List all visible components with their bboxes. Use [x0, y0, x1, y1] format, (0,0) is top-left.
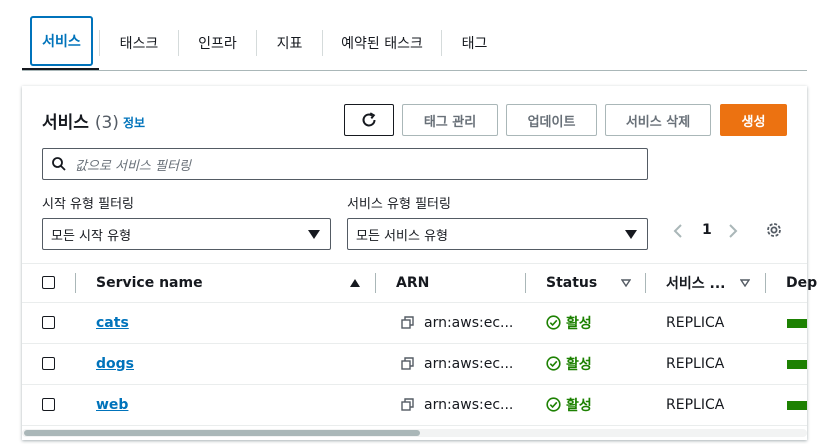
page-title: 서비스 (3) [42, 108, 119, 133]
row-checkbox[interactable] [42, 357, 55, 370]
tab-metrics[interactable]: 지표 [257, 16, 322, 70]
status-text: 활성 [566, 315, 592, 332]
arn-value: arn:aws:ec... [424, 355, 514, 372]
launch-type-filter-label: 시작 유형 필터링 [42, 197, 134, 212]
status-success-icon [546, 315, 561, 330]
search-placeholder: 값으로 서비스 필터링 [75, 158, 191, 174]
manage-tags-button[interactable]: 태그 관리 [402, 104, 498, 136]
service-name-link[interactable]: cats [96, 315, 129, 331]
arn-value: arn:aws:ec... [424, 396, 514, 413]
status-success-icon [546, 397, 561, 412]
search-input[interactable]: 값으로 서비스 필터링 [42, 148, 648, 180]
tab-infrastructure[interactable]: 인프라 [179, 16, 256, 70]
tab-scheduled-tasks[interactable]: 예약된 태스크 [323, 16, 441, 70]
row-checkbox[interactable] [42, 398, 55, 411]
copy-icon[interactable] [401, 316, 414, 329]
delete-service-button[interactable]: 서비스 삭제 [605, 104, 711, 136]
sort-ascending-icon[interactable] [350, 279, 360, 287]
status-success-icon [546, 356, 561, 371]
deployment-progress-bar [787, 319, 807, 328]
column-divider[interactable] [375, 273, 376, 293]
tab-infrastructure-label: 인프라 [198, 36, 237, 52]
table-header: Service name ARN Status 서비스 ... Dep [22, 263, 817, 303]
table-row: dogs arn:aws:ec... 활성 REPLICA [22, 343, 807, 385]
tab-bar: 서비스 태스크 인프라 지표 예약된 태스크 태그 [22, 14, 807, 72]
tab-tags[interactable]: 태그 [442, 16, 507, 70]
tab-metrics-label: 지표 [276, 36, 303, 52]
column-divider[interactable] [645, 273, 646, 293]
create-button[interactable]: 생성 [720, 104, 787, 136]
tab-tasks[interactable]: 태스크 [100, 16, 178, 70]
scrollbar-thumb[interactable] [24, 430, 420, 436]
tab-tags-label: 태그 [461, 36, 488, 52]
tab-services[interactable]: 서비스 [30, 16, 93, 66]
status-text: 활성 [566, 356, 592, 373]
sort-icon[interactable] [740, 279, 750, 287]
update-button[interactable]: 업데이트 [506, 104, 597, 136]
column-header-arn[interactable]: ARN [396, 264, 429, 302]
copy-icon[interactable] [401, 357, 414, 370]
column-header-service-name[interactable]: Service name [96, 264, 203, 302]
service-name-link[interactable]: dogs [96, 356, 134, 372]
panel-title-text: 서비스 [42, 113, 89, 133]
copy-icon[interactable] [401, 398, 414, 411]
row-checkbox[interactable] [42, 316, 55, 329]
service-type-filter-label: 서비스 유형 필터링 [347, 197, 451, 212]
service-type-value: REPLICA [666, 314, 725, 331]
caret-down-icon [308, 230, 320, 239]
column-divider[interactable] [525, 273, 526, 293]
service-type-value: REPLICA [666, 355, 725, 372]
column-header-status[interactable]: Status [546, 264, 597, 302]
launch-type-select[interactable]: 모든 시작 유형 [42, 218, 331, 250]
select-all-checkbox[interactable] [42, 276, 55, 289]
column-divider[interactable] [765, 273, 766, 293]
info-link[interactable]: 정보 [123, 114, 145, 131]
service-name-link[interactable]: web [96, 397, 128, 413]
services-panel: 서비스 (3) 정보 태그 관리 업데이트 서비스 삭제 생성 값으로 서비스 … [22, 86, 817, 440]
caret-down-icon [625, 230, 637, 239]
status-text: 활성 [566, 397, 592, 414]
service-type-select[interactable]: 모든 서비스 유형 [347, 218, 648, 250]
service-count: (3) [94, 113, 119, 133]
gear-icon[interactable] [765, 221, 783, 239]
launch-type-value: 모든 시작 유형 [51, 228, 132, 244]
table-row: cats arn:aws:ec... 활성 REPLICA [22, 302, 807, 344]
chevron-left-icon[interactable] [672, 223, 684, 239]
deployment-progress-bar [787, 360, 807, 369]
horizontal-scrollbar[interactable] [22, 429, 807, 437]
service-type-value: REPLICA [666, 396, 725, 413]
column-header-service-type[interactable]: 서비스 ... [666, 264, 725, 302]
tab-services-label: 서비스 [42, 34, 81, 50]
tab-bar-border [22, 70, 807, 71]
tab-tasks-label: 태스크 [119, 36, 159, 52]
sort-icon[interactable] [621, 279, 631, 287]
service-type-value: 모든 서비스 유형 [356, 228, 448, 244]
table-row: web arn:aws:ec... 활성 REPLICA [22, 384, 807, 426]
column-header-deployments[interactable]: Dep [786, 264, 817, 302]
search-icon [52, 157, 66, 171]
arn-value: arn:aws:ec... [424, 314, 514, 331]
current-page[interactable]: 1 [702, 222, 712, 238]
chevron-right-icon[interactable] [727, 223, 739, 239]
deployment-progress-bar [787, 401, 807, 410]
refresh-button[interactable] [344, 104, 394, 136]
tab-scheduled-tasks-label: 예약된 태스크 [341, 36, 423, 52]
refresh-icon [362, 112, 376, 127]
column-divider [75, 273, 76, 293]
